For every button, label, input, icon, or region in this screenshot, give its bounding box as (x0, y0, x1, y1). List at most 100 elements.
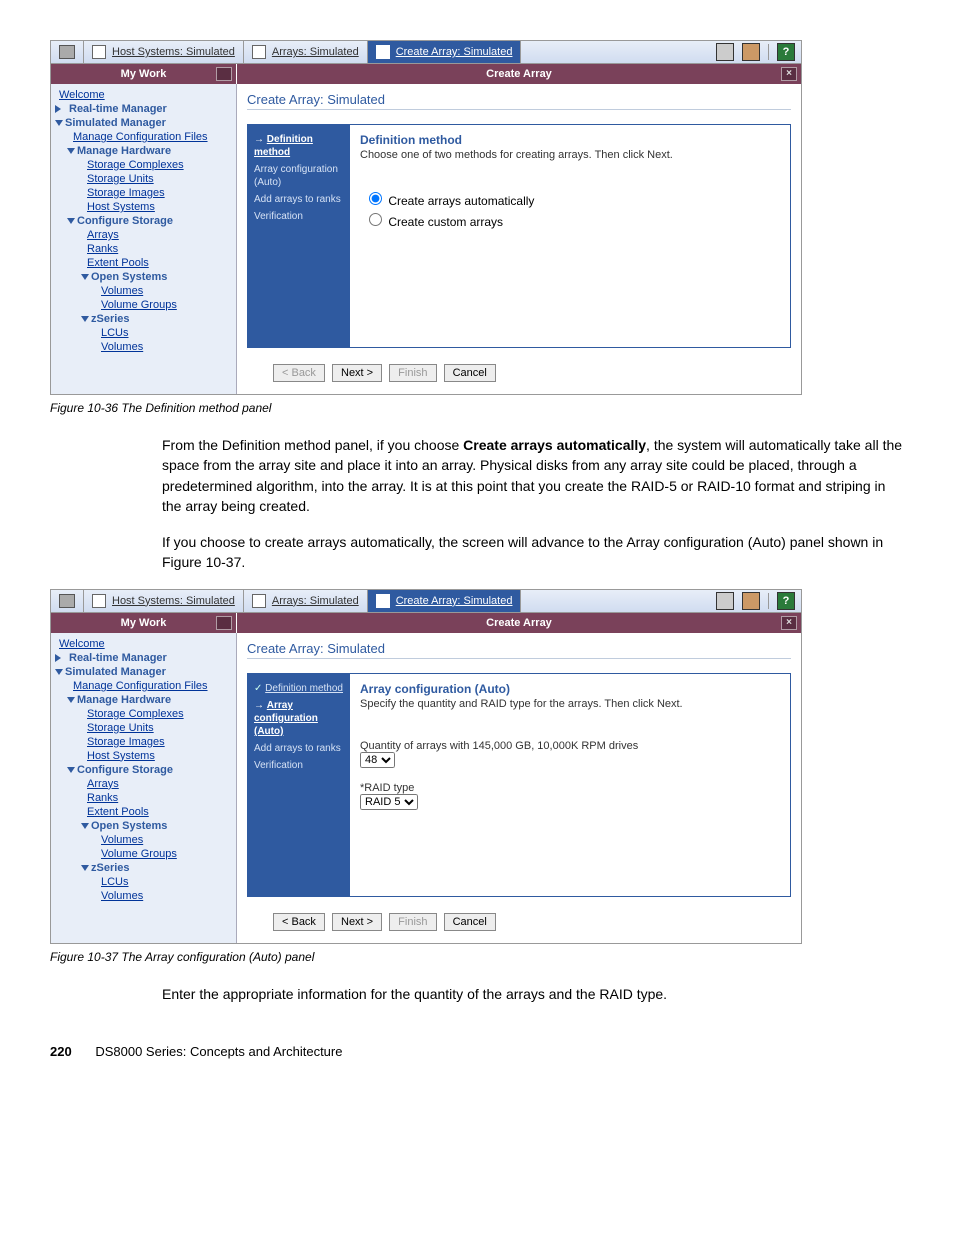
wizard-buttons: < Back Next > Finish Cancel (247, 905, 791, 939)
portfolio-icon (59, 45, 75, 59)
radio-custom[interactable]: Create custom arrays (364, 210, 780, 229)
mywork-label: My Work (121, 617, 167, 629)
nav-welcome[interactable]: Welcome (59, 89, 105, 101)
wizard-steps: Definition method Array configuration (A… (248, 674, 350, 896)
window-icon[interactable] (716, 43, 734, 61)
nav-cs[interactable]: Configure Storage (77, 764, 173, 776)
doc-icon (376, 45, 390, 59)
step-auto[interactable]: Array configuration (Auto) (254, 700, 318, 737)
nav-lcus[interactable]: LCUs (101, 327, 129, 339)
book-title: DS8000 Series: Concepts and Architecture (95, 1044, 342, 1059)
window-icon[interactable] (716, 592, 734, 610)
panel-desc: Specify the quantity and RAID type for t… (360, 698, 780, 710)
wizard-buttons: < Back Next > Finish Cancel (247, 356, 791, 390)
nav-ep[interactable]: Extent Pools (87, 806, 149, 818)
collapse-icon[interactable] (216, 67, 232, 81)
doc-icon (92, 45, 106, 59)
nav-hs[interactable]: Host Systems (87, 201, 155, 213)
radio-auto-input[interactable] (369, 192, 382, 205)
nav-sim[interactable]: Simulated Manager (65, 666, 166, 678)
nav-vols[interactable]: Volumes (101, 834, 143, 846)
nav-zs[interactable]: zSeries (91, 862, 130, 874)
nav-vg[interactable]: Volume Groups (101, 848, 177, 860)
radio-custom-label: Create custom arrays (388, 215, 503, 229)
tab-create-label: Create Array: Simulated (396, 46, 513, 58)
nav-su[interactable]: Storage Units (87, 173, 154, 185)
exit-icon[interactable] (742, 43, 760, 61)
tab-arrays-label: Arrays: Simulated (272, 595, 359, 607)
nav-mcf[interactable]: Manage Configuration Files (73, 131, 208, 143)
tab-arrays[interactable]: Arrays: Simulated (244, 41, 368, 63)
nav-sc[interactable]: Storage Complexes (87, 159, 184, 171)
tab-host-systems[interactable]: Host Systems: Simulated (84, 590, 244, 612)
nav-vols2[interactable]: Volumes (101, 890, 143, 902)
help-icon[interactable]: ? (777, 43, 795, 61)
next-button[interactable]: Next > (332, 364, 382, 382)
nav-os[interactable]: Open Systems (91, 820, 167, 832)
nav-rtm[interactable]: Real-time Manager (69, 103, 167, 115)
portfolio-tab[interactable] (51, 590, 84, 612)
tab-create-array[interactable]: Create Array: Simulated (368, 590, 522, 612)
nav-os[interactable]: Open Systems (91, 271, 167, 283)
close-icon[interactable]: × (781, 616, 797, 630)
exit-icon[interactable] (742, 592, 760, 610)
close-icon[interactable]: × (781, 67, 797, 81)
nav-welcome[interactable]: Welcome (59, 638, 105, 650)
mywork-label: My Work (121, 68, 167, 80)
page-footer: 220 DS8000 Series: Concepts and Architec… (50, 1044, 904, 1059)
nav-sc[interactable]: Storage Complexes (87, 708, 184, 720)
nav-arrays[interactable]: Arrays (87, 778, 119, 790)
nav-si[interactable]: Storage Images (87, 187, 165, 199)
nav-arrays[interactable]: Arrays (87, 229, 119, 241)
nav-mh[interactable]: Manage Hardware (77, 694, 171, 706)
nav-si[interactable]: Storage Images (87, 736, 165, 748)
tab-host-systems[interactable]: Host Systems: Simulated (84, 41, 244, 63)
radio-auto-label: Create arrays automatically (388, 194, 534, 208)
nav-sim[interactable]: Simulated Manager (65, 117, 166, 129)
page-number: 220 (50, 1044, 72, 1059)
radio-custom-input[interactable] (369, 213, 382, 226)
nav-mh[interactable]: Manage Hardware (77, 145, 171, 157)
page-title: Create Array (486, 617, 552, 629)
nav-su[interactable]: Storage Units (87, 722, 154, 734)
portfolio-tab[interactable] (51, 41, 84, 63)
finish-button: Finish (389, 364, 436, 382)
nav-ranks[interactable]: Ranks (87, 792, 118, 804)
help-icon[interactable]: ? (777, 592, 795, 610)
nav-ep[interactable]: Extent Pools (87, 257, 149, 269)
radio-auto[interactable]: Create arrays automatically (364, 189, 780, 208)
nav-ranks[interactable]: Ranks (87, 243, 118, 255)
back-button: < Back (273, 364, 325, 382)
tab-arrays[interactable]: Arrays: Simulated (244, 590, 368, 612)
page-header: Create Array × (237, 64, 801, 84)
raid-select[interactable]: RAID 5 (360, 794, 418, 810)
cancel-button[interactable]: Cancel (444, 364, 496, 382)
quantity-label: Quantity of arrays with 145,000 GB, 10,0… (360, 740, 780, 752)
nav-lcus[interactable]: LCUs (101, 876, 129, 888)
sidebar: Welcome Real-time Manager Simulated Mana… (51, 84, 237, 394)
nav-zs[interactable]: zSeries (91, 313, 130, 325)
step-definition[interactable]: Definition method (254, 134, 313, 158)
tab-create-array[interactable]: Create Array: Simulated (368, 41, 522, 63)
para-1: From the Definition method panel, if you… (50, 435, 904, 516)
step-auto: Array configuration (Auto) (254, 163, 344, 189)
quantity-select[interactable]: 48 (360, 752, 395, 768)
wizard: Definition method Array configuration (A… (247, 124, 791, 348)
next-button[interactable]: Next > (332, 913, 382, 931)
main-content: Create Array: Simulated Definition metho… (237, 633, 801, 943)
collapse-icon[interactable] (216, 616, 232, 630)
nav-mcf[interactable]: Manage Configuration Files (73, 680, 208, 692)
nav-vols2[interactable]: Volumes (101, 341, 143, 353)
page-title: Create Array (486, 68, 552, 80)
nav-vols[interactable]: Volumes (101, 285, 143, 297)
wizard: Definition method Array configuration (A… (247, 673, 791, 897)
back-button[interactable]: < Back (273, 913, 325, 931)
nav-cs[interactable]: Configure Storage (77, 215, 173, 227)
step-verification: Verification (254, 210, 344, 223)
nav-hs[interactable]: Host Systems (87, 750, 155, 762)
cancel-button[interactable]: Cancel (444, 913, 496, 931)
title-bar: My Work Create Array × (51, 613, 801, 633)
nav-rtm[interactable]: Real-time Manager (69, 652, 167, 664)
step-definition[interactable]: Definition method (265, 683, 343, 694)
nav-vg[interactable]: Volume Groups (101, 299, 177, 311)
